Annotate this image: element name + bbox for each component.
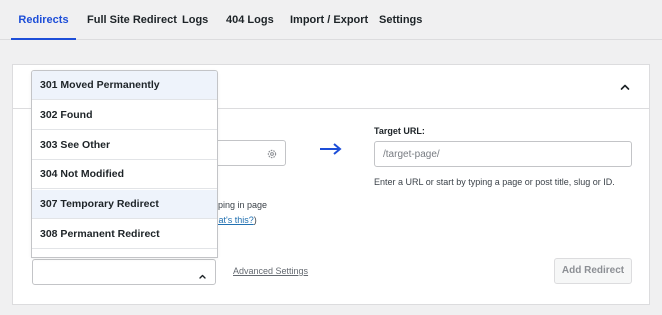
- target-url-input[interactable]: [374, 141, 632, 167]
- gear-icon[interactable]: [266, 147, 278, 159]
- chevron-up-icon[interactable]: [617, 79, 633, 95]
- tab-logs[interactable]: Logs: [182, 0, 208, 39]
- option-303[interactable]: 303 See Other: [32, 131, 217, 160]
- option-304[interactable]: 304 Not Modified: [32, 160, 217, 189]
- help-suffix: ): [253, 215, 257, 225]
- target-url-help: Enter a URL or start by typing a page or…: [374, 177, 615, 187]
- target-url-label: Target URL:: [374, 126, 425, 136]
- option-301[interactable]: 301 Moved Permanently: [32, 71, 217, 100]
- tab-bar: Redirects Full Site Redirect Logs 404 Lo…: [0, 0, 662, 40]
- option-302[interactable]: 302 Found: [32, 101, 217, 130]
- redirects-page: Redirects Full Site Redirect Logs 404 Lo…: [0, 0, 662, 315]
- add-redirect-button[interactable]: Add Redirect: [554, 258, 632, 284]
- advanced-settings-link[interactable]: Advanced Settings: [233, 266, 308, 276]
- option-308[interactable]: 308 Permanent Redirect: [32, 220, 217, 249]
- option-307[interactable]: 307 Temporary Redirect: [32, 190, 217, 219]
- tab-settings[interactable]: Settings: [379, 0, 422, 39]
- tab-redirects[interactable]: Redirects: [11, 0, 76, 40]
- arrow-right-icon: [318, 141, 344, 157]
- redirect-type-dropdown: 301 Moved Permanently 302 Found 303 See …: [31, 70, 218, 258]
- chevron-up-icon: [198, 268, 207, 279]
- tab-import-export[interactable]: Import / Export: [290, 0, 368, 39]
- redirect-type-select[interactable]: [32, 259, 216, 285]
- tab-404-logs[interactable]: 404 Logs: [226, 0, 274, 39]
- tab-full-site-redirect[interactable]: Full Site Redirect: [87, 0, 177, 39]
